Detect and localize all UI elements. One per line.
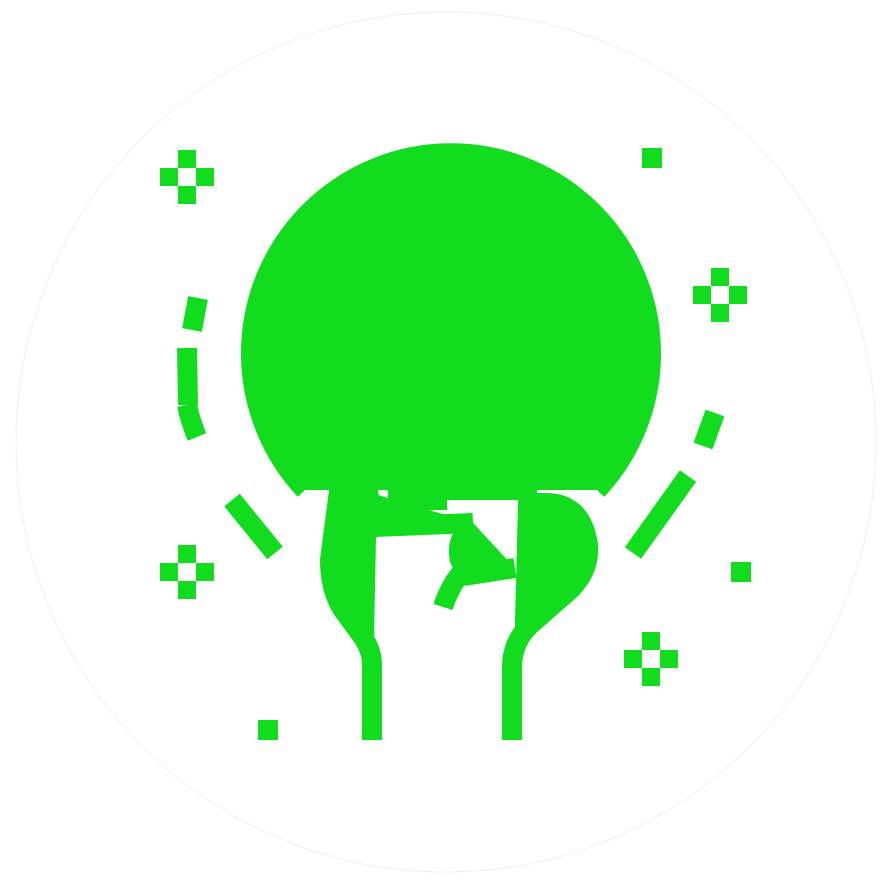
ring-dash-left-mid	[177, 347, 198, 406]
dot-globe-left	[316, 413, 336, 433]
icon-canvas	[0, 0, 892, 885]
dot-bottom-left	[258, 720, 278, 740]
globe-continent-right	[503, 285, 640, 350]
fist-finger-4	[517, 430, 567, 490]
ring-dash-left-low	[177, 402, 207, 441]
ring-dash-left-top	[182, 296, 208, 332]
dot-right	[731, 562, 751, 582]
fist-holding-globe-icon	[15, 11, 877, 873]
icon-badge	[0, 0, 892, 885]
dot-globe-center	[444, 277, 464, 297]
dot-top-right	[642, 148, 662, 168]
ring-dash-right-mid	[693, 409, 725, 450]
